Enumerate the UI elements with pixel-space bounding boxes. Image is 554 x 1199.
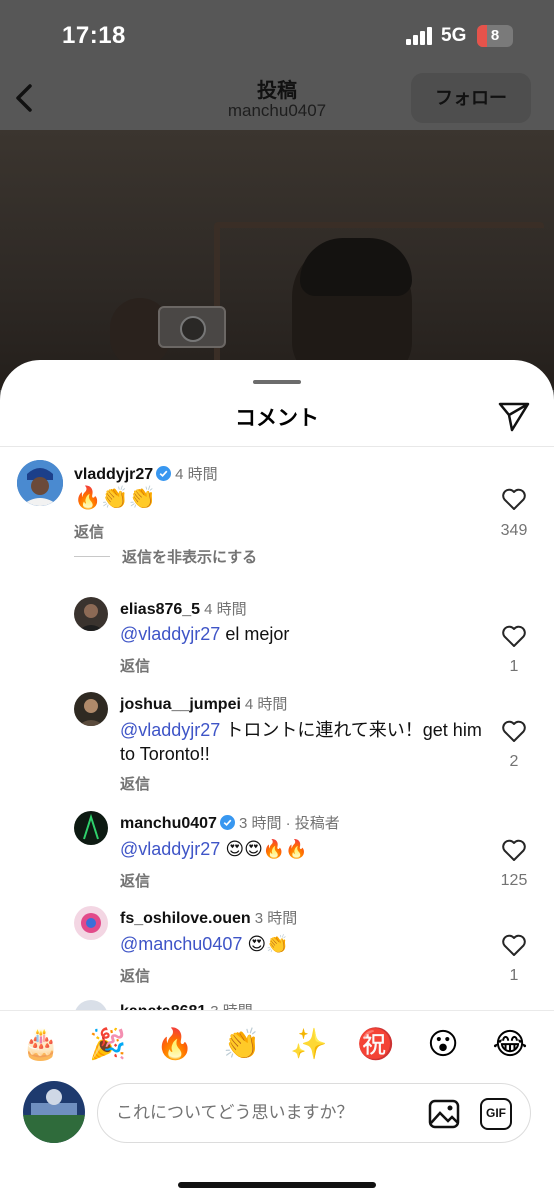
hide-replies-label: 返信を非表示にする: [122, 549, 258, 566]
gif-button[interactable]: GIF: [480, 1098, 512, 1130]
like-count: 2: [509, 753, 519, 770]
post-photo: [0, 130, 554, 390]
camera-in-photo: [158, 306, 226, 348]
reply-button[interactable]: 返信: [120, 655, 150, 676]
reply-button[interactable]: 返信: [74, 521, 104, 542]
comment-text: 🔥👏👏: [74, 485, 157, 510]
avatar[interactable]: [74, 906, 108, 940]
signal-icon: [406, 27, 434, 45]
heart-icon[interactable]: [501, 719, 527, 743]
emoji-fire[interactable]: 🔥: [153, 1023, 197, 1067]
comment-username[interactable]: manchu0407: [120, 815, 217, 832]
post-header: 投稿 manchu0407 フォロー: [0, 70, 554, 130]
comments-sheet: コメント vladdyjr27 4 時間 🔥👏👏 返信 349 返信を非表示にする…: [0, 360, 554, 1199]
comment-input-box: GIF: [97, 1083, 531, 1143]
comment-text: @manchu0407 😍👏: [120, 934, 289, 954]
home-indicator: [178, 1182, 376, 1188]
emoji-sparkles[interactable]: ✨: [287, 1023, 331, 1067]
comment-input[interactable]: [116, 1096, 416, 1130]
heart-icon[interactable]: [501, 487, 527, 511]
battery-level: 8: [490, 27, 500, 44]
heart-icon[interactable]: [501, 933, 527, 957]
reply-button[interactable]: 返信: [120, 870, 150, 891]
avatar[interactable]: [17, 460, 63, 506]
avatar[interactable]: [74, 692, 108, 726]
comment-text: @vladdyjr27 el mejor: [120, 624, 290, 644]
emoji-surprised[interactable]: 😮: [421, 1023, 465, 1067]
status-time: 17:18: [62, 22, 126, 49]
comment-time: 4 時間: [175, 466, 218, 483]
comment-username[interactable]: joshua__jumpei: [120, 696, 241, 713]
comment-username[interactable]: fs_oshilove.ouen: [120, 910, 251, 927]
reply-button[interactable]: 返信: [120, 965, 150, 986]
mention-link[interactable]: @vladdyjr27: [120, 839, 220, 859]
comment-time: 4 時間: [244, 696, 288, 713]
comment-time: 3 時間 · 投稿者: [238, 815, 340, 832]
mention-link[interactable]: @vladdyjr27: [120, 624, 220, 644]
comment-text: @vladdyjr27 トロントに連れて来い！get him to Toront…: [120, 720, 482, 764]
network-type: 5G: [441, 25, 467, 46]
image-icon[interactable]: [428, 1099, 460, 1129]
comment-text: @vladdyjr27 😍😍🔥🔥: [120, 839, 308, 859]
my-avatar: [23, 1081, 85, 1143]
verified-badge-icon: [156, 466, 172, 481]
comment-time: 3 時間: [254, 910, 298, 927]
verified-badge-icon: [219, 815, 235, 830]
emoji-cake[interactable]: 🎂: [19, 1023, 63, 1067]
emoji-clap[interactable]: 👏: [220, 1023, 264, 1067]
avatar[interactable]: [74, 811, 108, 845]
mention-link[interactable]: @manchu0407: [120, 934, 242, 954]
like-count: 349: [500, 522, 528, 539]
emoji-congratulations[interactable]: ㊗️: [354, 1023, 398, 1067]
avatar[interactable]: [74, 597, 108, 631]
like-count: 1: [509, 967, 519, 984]
comment-username[interactable]: elias876_5: [120, 601, 200, 618]
sheet-grabber[interactable]: [253, 380, 301, 384]
emoji-party[interactable]: 🎉: [86, 1023, 130, 1067]
quick-emoji-bar: 🎂 🎉 🔥 👏 ✨ ㊗️ 😮 😂: [0, 1023, 554, 1067]
sheet-title: コメント: [235, 407, 319, 430]
heart-icon[interactable]: [501, 624, 527, 648]
status-bar: 17:18 5G 8: [0, 0, 554, 70]
heart-icon[interactable]: [501, 838, 527, 862]
reply-button[interactable]: 返信: [120, 773, 150, 794]
emoji-laughing[interactable]: 😂: [488, 1023, 532, 1067]
comment-username[interactable]: vladdyjr27: [74, 466, 153, 483]
comment-time: 4 時間: [204, 601, 247, 618]
battery-icon: 8: [477, 25, 513, 47]
mention-link[interactable]: @vladdyjr27: [120, 720, 220, 740]
like-count: 1: [509, 658, 519, 675]
share-send-icon[interactable]: [496, 398, 532, 434]
like-count: 125: [500, 872, 528, 889]
follow-button[interactable]: フォロー: [411, 73, 531, 123]
divider: [0, 446, 554, 447]
